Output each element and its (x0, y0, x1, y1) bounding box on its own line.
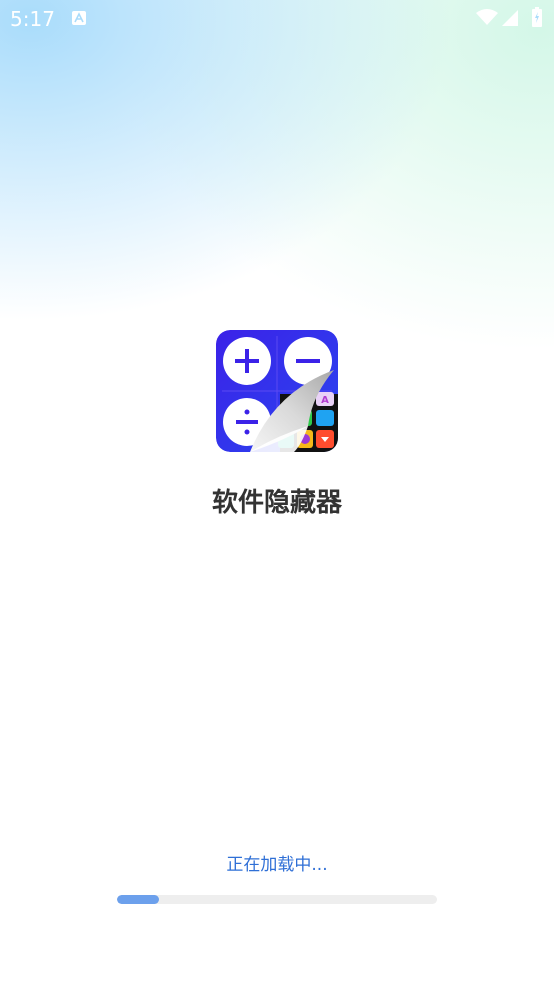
status-bar: 5:17 (0, 0, 554, 36)
loading-progress-bar (117, 895, 437, 904)
battery-icon (532, 7, 542, 31)
svg-text:A: A (321, 395, 329, 406)
signal-icon (502, 10, 518, 30)
wifi-icon (476, 9, 498, 30)
app-name: 软件隐藏器 (211, 488, 342, 518)
a-notification-icon (72, 11, 86, 25)
loading-progress-fill (117, 895, 159, 904)
loading-text: 正在加载中... (226, 855, 328, 875)
app-icon: A (216, 330, 338, 452)
status-time: 5:17 (10, 7, 55, 31)
